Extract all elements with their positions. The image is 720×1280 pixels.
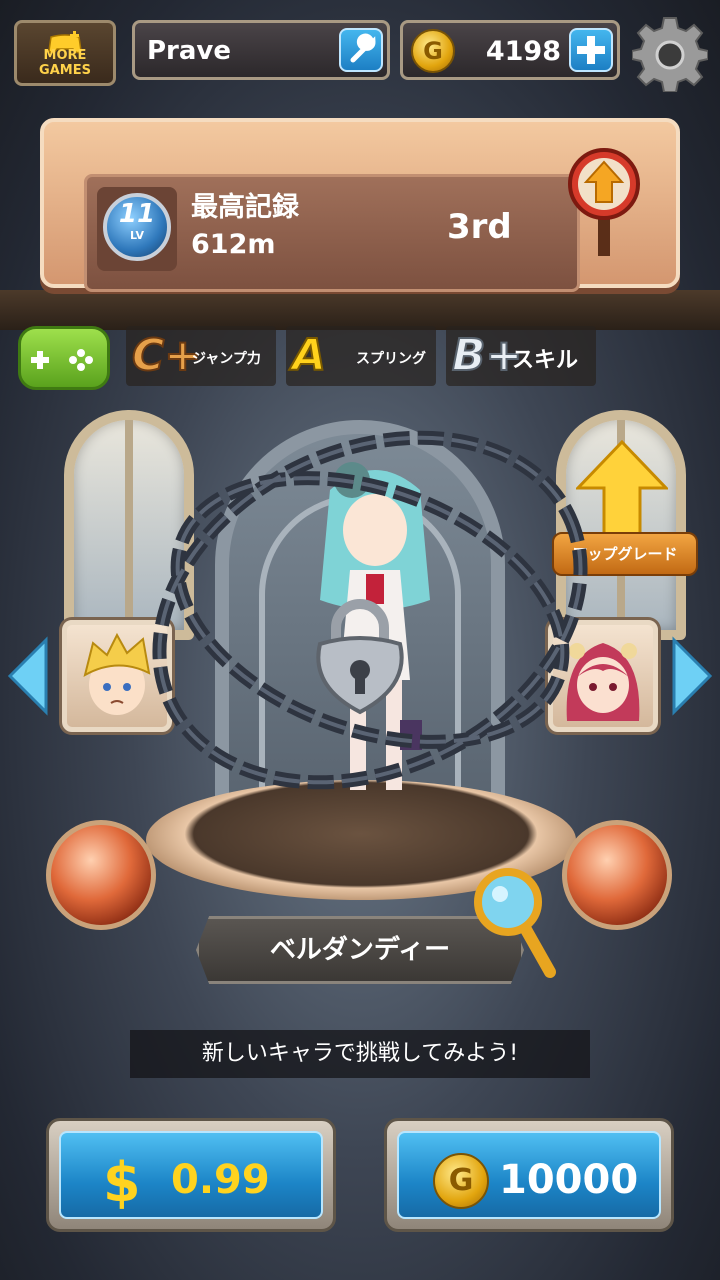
stat-spring-label: スプリング — [356, 351, 426, 367]
left-arrow-icon[interactable] — [6, 636, 50, 716]
stat-skill-label: スキル — [512, 348, 579, 373]
player-name-bar: Prave — [132, 20, 390, 80]
lock-icon — [316, 599, 404, 715]
coin-icon: G — [411, 29, 455, 73]
more-games-button[interactable]: MORE GAMES — [14, 20, 116, 86]
stat-spring: A スプリング — [286, 326, 436, 386]
ceiling-beam — [0, 290, 720, 330]
gear-icon[interactable] — [632, 16, 708, 92]
edit-name-button[interactable] — [339, 28, 383, 72]
coin-balance-bar: G 4198 — [400, 20, 620, 80]
money-price: 0.99 — [171, 1157, 270, 1203]
buy-with-coins-button[interactable]: G 10000 — [384, 1118, 674, 1232]
coin-price: 10000 — [499, 1157, 639, 1203]
add-coins-button[interactable] — [569, 28, 613, 72]
wrench-icon — [350, 33, 376, 63]
dollar-icon: $ — [103, 1151, 141, 1214]
left-orb — [46, 820, 156, 930]
gamepad-button[interactable] — [18, 326, 110, 390]
record-panel: 11 LV 最高記録 612m 3rd — [84, 174, 580, 292]
stat-skill: B+ スキル — [446, 326, 596, 386]
best-record-title: 最高記録 — [191, 192, 299, 223]
gamepad-icon — [31, 349, 93, 371]
up-arrow-sign-icon[interactable] — [566, 146, 642, 256]
right-arrow-icon[interactable] — [670, 636, 714, 716]
buy-with-money-face: $ 0.99 — [59, 1131, 323, 1219]
unlock-prompt: 新しいキャラで挑戦してみよう! — [130, 1030, 590, 1078]
right-orb — [562, 820, 672, 930]
best-record-distance: 612m — [191, 229, 276, 260]
coin-icon: G — [433, 1153, 489, 1209]
stat-jump-label: ジャンプ力 — [192, 351, 261, 367]
level-badge: 11 LV — [97, 187, 177, 271]
more-games-label: MORE GAMES — [39, 48, 91, 78]
buy-with-coins-face: G 10000 — [397, 1131, 661, 1219]
level-number: 11 — [118, 199, 156, 229]
stat-jump-grade: C+ — [131, 329, 202, 382]
stat-jump: C+ ジャンプ力 — [126, 326, 276, 386]
player-name: Prave — [147, 36, 232, 66]
plus-icon — [577, 36, 605, 64]
buy-with-money-button[interactable]: $ 0.99 — [46, 1118, 336, 1232]
level-tag: LV — [129, 229, 144, 242]
magnifier-icon[interactable] — [470, 862, 560, 982]
stat-spring-grade: A — [291, 329, 327, 382]
coin-amount: 4198 — [485, 36, 561, 67]
best-record-rank: 3rd — [447, 207, 512, 247]
